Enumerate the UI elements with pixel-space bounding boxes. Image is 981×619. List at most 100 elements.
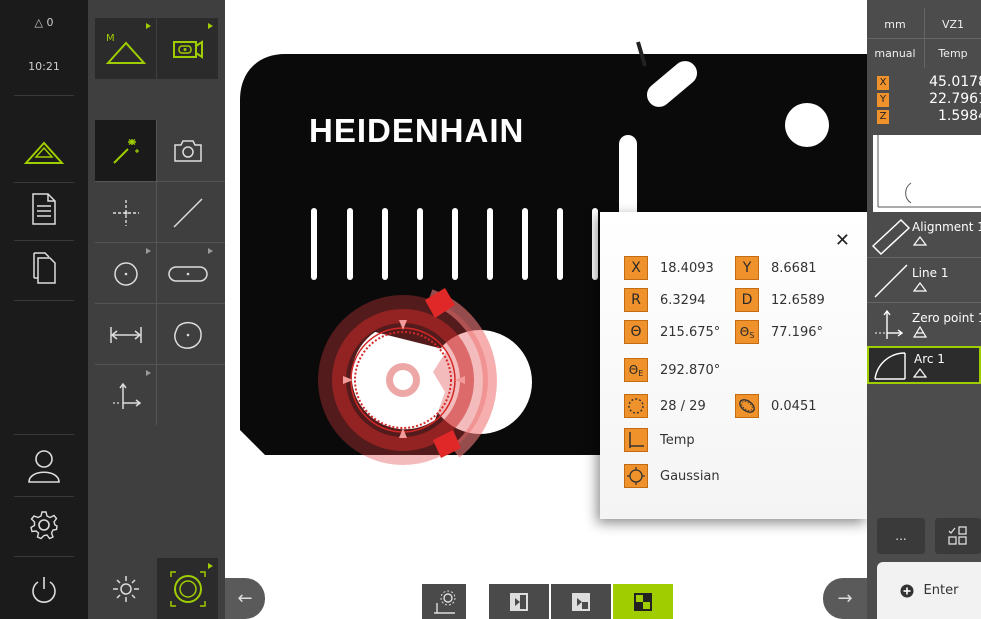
result-points: 28 / 29 [624,394,706,418]
view-image-icon [510,592,528,611]
measure-slot-button[interactable] [157,243,218,304]
result-coordinate-system-value: Temp [660,432,695,448]
result-start-angle-label: ΘS [735,320,759,344]
camera-icon [173,139,202,162]
next-button[interactable]: → [823,578,867,619]
more-options-button[interactable]: ... [877,518,925,554]
view-overlay-button[interactable] [489,584,549,619]
settings-button[interactable] [0,497,88,553]
result-fit-algorithm: Gaussian [624,464,720,488]
manual-measure-mode-button[interactable]: M [95,18,156,79]
measured-icon [913,236,927,246]
form-error-icon [735,394,759,418]
submenu-indicator [208,248,213,254]
result-angle-label: Θ [624,320,648,344]
divider [14,434,74,435]
measure-point-button[interactable] [95,182,156,243]
result-coordinate-system: Temp [624,428,695,452]
arrow-left-icon: ← [237,588,253,609]
enter-label: Enter [923,583,959,598]
fit-algorithm-icon [624,464,648,488]
measured-icon [913,368,927,378]
user-login-button[interactable] [0,438,88,494]
power-button[interactable] [0,562,88,618]
feature-label: Alignment 1 [912,220,981,234]
constructed-icon [913,326,927,338]
theta-symbol: Θ [739,325,750,339]
result-x-value: 18.4093 [660,260,714,276]
result-preview-dialog: ✕ X 18.4093 Y 8.6681 R 6.3294 D 12.6589 … [600,212,868,519]
theta-symbol: Θ [628,363,639,377]
set-zero-point-button[interactable] [95,365,156,426]
measure-line-button[interactable] [157,182,218,243]
line-icon [874,264,908,298]
view-split-button[interactable] [551,584,611,619]
magic-wand-icon [112,138,139,164]
feature-list-button[interactable] [935,518,981,554]
snapshot-button[interactable] [157,120,218,181]
distance-icon [109,326,142,343]
main-menu: △ 0 10:21 [0,0,88,619]
user-icon [28,450,60,483]
inspector-panel: mm VZ1 manual Temp X 45.0178 Y 22.7961 Z… [867,0,981,619]
mode-selector[interactable]: manual [867,41,923,65]
position-z: Z 1.5984 [877,108,981,124]
close-icon[interactable]: ✕ [835,230,850,251]
feature-item-zero-point[interactable]: Zero point 1 [867,303,981,349]
slot-icon [167,265,208,282]
feature-item-line[interactable]: Line 1 [867,258,981,304]
submenu-indicator [146,23,151,29]
measure-tool-toggle[interactable] [157,558,218,619]
sensor-select-button[interactable] [157,18,218,79]
result-points-value: 28 / 29 [660,398,706,414]
result-y-value: 8.6681 [771,260,817,276]
position-x: X 45.0178 [877,74,981,90]
report-icon [32,193,56,225]
circle-icon [113,261,138,286]
result-end-angle-value: 292.870° [660,362,721,378]
previous-button[interactable]: ← [225,578,265,619]
result-y: Y 8.6681 [735,256,817,280]
feature-preview[interactable] [873,135,981,212]
zero-point-icon [875,309,903,339]
measure-report-button[interactable] [0,181,88,237]
blob-icon [173,321,202,349]
result-angle-value: 215.675° [660,324,721,340]
subscript-s: S [749,330,755,340]
message-counter[interactable]: △ 0 [0,16,88,29]
clock: 10:21 [28,60,60,73]
result-diameter-label: D [735,288,759,312]
position-y-label: Y [877,93,889,107]
files-icon [33,252,56,284]
measure-blob-button[interactable] [157,304,218,365]
unit-selector[interactable]: mm [867,12,923,36]
axis-selector[interactable]: VZ1 [925,12,981,36]
measure-icon [24,141,64,164]
plus-circle-icon [900,584,914,597]
position-x-label: X [877,76,889,90]
alignment-icon [871,218,911,256]
result-diameter-value: 12.6589 [771,292,825,308]
enter-button[interactable]: Enter [877,562,981,619]
image-settings-button[interactable] [422,584,466,619]
coord-system-selector[interactable]: Temp [925,41,981,65]
feature-item-arc[interactable]: Arc 1 [867,346,981,384]
position-y: Y 22.7961 [877,91,981,107]
measure-circle-button[interactable] [95,243,156,304]
measure-menu-button[interactable] [0,124,88,180]
result-radius-label: R [624,288,648,312]
view-combined-button[interactable] [613,584,673,619]
result-form-error-value: 0.0451 [771,398,817,414]
file-management-button[interactable] [0,240,88,296]
sun-icon [112,575,139,602]
result-fit-algorithm-value: Gaussian [660,468,720,484]
position-y-value: 22.7961 [929,91,981,107]
view-split-icon [572,592,590,611]
measure-magic-button[interactable] [95,120,156,181]
coordinate-system-icon [624,428,648,452]
feature-item-alignment[interactable]: Alignment 1 [867,212,981,258]
zero-point-icon [112,382,141,409]
measure-distance-button[interactable] [95,304,156,365]
feature-label: Zero point 1 [912,311,981,325]
light-settings-button[interactable] [95,558,156,619]
